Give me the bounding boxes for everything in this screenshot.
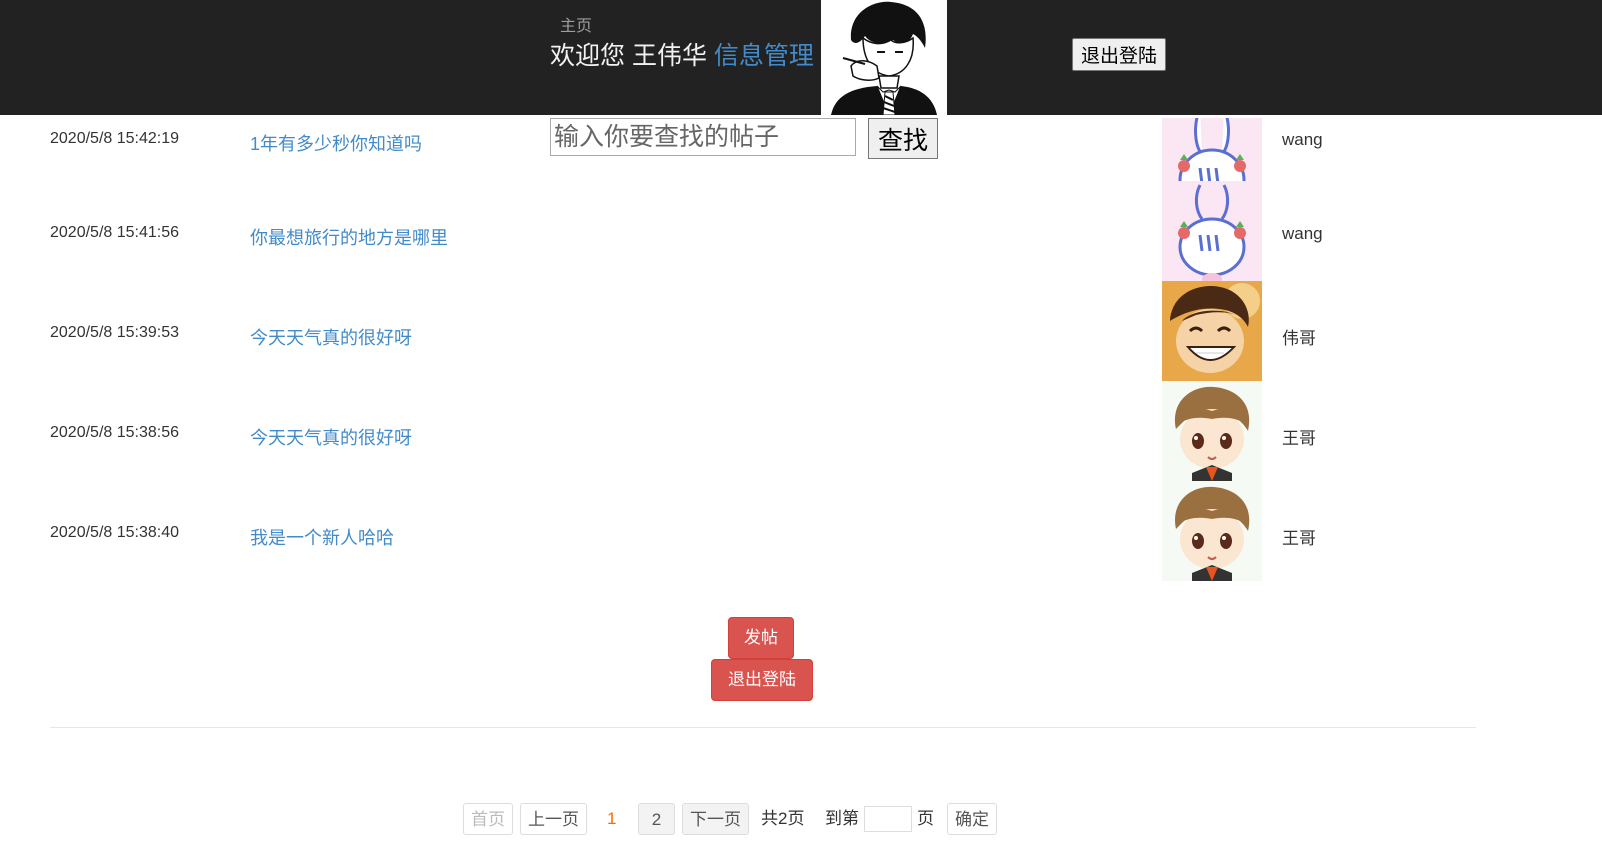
post-author: wang bbox=[1282, 224, 1323, 243]
user-avatar bbox=[821, 0, 947, 115]
post-time: 2020/5/8 15:39:53 bbox=[50, 324, 180, 341]
smiling-boy-avatar bbox=[1162, 281, 1262, 381]
welcome-message: 欢迎您 王伟华 信息管理 bbox=[550, 36, 814, 72]
post-author: wang bbox=[1282, 130, 1323, 149]
welcome-text: 欢迎您 王伟华 bbox=[550, 42, 707, 70]
post-row: 2020/5/8 15:41:56 你最想旅行的地方是哪里 wang bbox=[0, 181, 1602, 281]
post-time: 2020/5/8 15:42:19 bbox=[50, 130, 180, 147]
post-author: 伟哥 bbox=[1282, 329, 1316, 348]
post-row: 2020/5/8 15:39:53 今天天气真的很好呀 伟哥 bbox=[0, 281, 1602, 381]
bunny-avatar bbox=[1162, 181, 1262, 281]
home-link[interactable]: 主页 bbox=[560, 12, 592, 36]
goto-suffix: 页 bbox=[917, 809, 934, 828]
total-pages: 共2页 bbox=[761, 809, 805, 828]
post-row: 2020/5/8 15:38:40 我是一个新人哈哈 王哥 bbox=[0, 481, 1602, 581]
new-post-button[interactable]: 发帖 bbox=[728, 617, 794, 659]
post-row: 2020/5/8 15:38:56 今天天气真的很好呀 王哥 bbox=[0, 381, 1602, 481]
goto-prefix: 到第 bbox=[825, 809, 859, 828]
confirm-page-button[interactable]: 确定 bbox=[947, 803, 997, 835]
chibi-boy-avatar bbox=[1162, 481, 1262, 581]
logout-button[interactable]: 退出登陆 bbox=[711, 659, 813, 701]
current-page: 1 bbox=[607, 809, 617, 828]
header-logout-button[interactable]: 退出登陆 bbox=[1072, 38, 1166, 71]
post-author: 王哥 bbox=[1282, 429, 1316, 448]
post-time: 2020/5/8 15:41:56 bbox=[50, 224, 180, 241]
info-management-link[interactable]: 信息管理 bbox=[714, 42, 814, 70]
first-page-button[interactable]: 首页 bbox=[463, 803, 513, 835]
next-page-button[interactable]: 下一页 bbox=[682, 803, 749, 835]
post-time: 2020/5/8 15:38:56 bbox=[50, 424, 180, 441]
prev-page-button[interactable]: 上一页 bbox=[520, 803, 587, 835]
post-title-link[interactable]: 你最想旅行的地方是哪里 bbox=[250, 224, 448, 250]
page-2-button[interactable]: 2 bbox=[638, 803, 675, 835]
page-number-input[interactable] bbox=[864, 806, 912, 832]
top-navbar: 主页 欢迎您 王伟华 信息管理 退出登陆 bbox=[0, 0, 1602, 115]
post-title-link[interactable]: 我是一个新人哈哈 bbox=[250, 524, 394, 550]
divider bbox=[50, 727, 1476, 728]
post-title-link[interactable]: 今天天气真的很好呀 bbox=[250, 324, 412, 350]
post-author: 王哥 bbox=[1282, 529, 1316, 548]
post-title-link[interactable]: 今天天气真的很好呀 bbox=[250, 424, 412, 450]
chibi-boy-avatar bbox=[1162, 381, 1262, 481]
post-time: 2020/5/8 15:38:40 bbox=[50, 524, 180, 541]
post-title-link[interactable]: 1年有多少秒你知道吗 bbox=[250, 130, 422, 156]
